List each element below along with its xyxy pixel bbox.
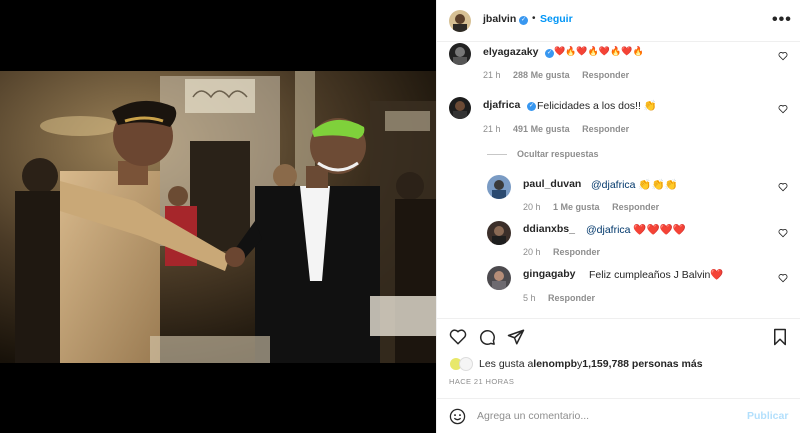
bookmark-icon[interactable] <box>771 328 789 346</box>
reply-time: 20 h <box>523 202 541 212</box>
comment-composer: Publicar <box>437 398 800 433</box>
reply-time: 5 h <box>523 293 536 303</box>
comment-meta: 21 h 491 Me gusta Responder <box>483 124 639 134</box>
reply-button[interactable]: Responder <box>548 293 595 303</box>
verified-icon: ✓ <box>545 49 554 58</box>
reply-meta: 5 h Responder <box>523 293 605 303</box>
reply-username[interactable]: paul_duvan <box>523 178 581 190</box>
post-photo[interactable] <box>0 71 436 363</box>
comment-avatar[interactable] <box>449 97 471 119</box>
likers-avatars[interactable] <box>449 357 475 371</box>
comment-time: 21 h <box>483 124 501 134</box>
post-timestamp[interactable]: HACE 21 HORAS <box>449 377 514 386</box>
heart-icon[interactable] <box>449 328 467 346</box>
reply-mention[interactable]: @djafrica <box>591 179 636 191</box>
likes-user[interactable]: lenompb <box>533 358 577 370</box>
action-bar <box>437 318 800 354</box>
comments-panel: jbalvin ✓ • Seguir ••• elyagazaky ✓ ❤️🔥❤… <box>436 0 800 433</box>
likes-count[interactable]: 1,159,788 personas más <box>582 358 702 370</box>
reply-text: Feliz cumpleaños J Balvin❤️ <box>589 269 724 281</box>
hide-replies-label: Ocultar respuestas <box>517 149 599 159</box>
reply-avatar[interactable] <box>487 221 511 245</box>
comment-likes[interactable]: 288 Me gusta <box>513 70 570 80</box>
likes-prefix: Les gusta a <box>479 358 534 370</box>
verified-icon: ✓ <box>527 102 536 111</box>
comment-input[interactable] <box>477 407 737 425</box>
reply-username[interactable]: ddianxbs_ <box>523 223 575 235</box>
comment-likes[interactable]: 491 Me gusta <box>513 124 570 134</box>
reply-time: 20 h <box>523 247 541 257</box>
reply-body: ❤️❤️❤️❤️ <box>630 224 686 236</box>
comment-text: ❤️🔥❤️🔥❤️🔥❤️🔥 <box>554 46 644 56</box>
reply-button[interactable]: Responder <box>553 247 600 257</box>
reply-like-icon[interactable] <box>778 273 788 283</box>
reply-meta: 20 h Responder <box>523 247 610 257</box>
comment-text: Felicidades a los dos!! 👏 <box>537 100 657 112</box>
comment-time: 21 h <box>483 70 501 80</box>
verified-icon: ✓ <box>519 16 528 25</box>
hide-replies-toggle[interactable]: Ocultar respuestas <box>487 149 599 159</box>
author-username[interactable]: jbalvin <box>483 13 516 25</box>
comment-username[interactable]: elyagazaky <box>483 46 538 58</box>
reply-button[interactable]: Responder <box>612 202 659 212</box>
post-header: jbalvin ✓ • Seguir ••• <box>437 0 800 42</box>
reply-like-icon[interactable] <box>778 182 788 192</box>
post-modal: jbalvin ✓ • Seguir ••• elyagazaky ✓ ❤️🔥❤… <box>0 0 800 433</box>
comment-like-icon[interactable] <box>778 51 788 61</box>
comment-like-icon[interactable] <box>778 104 788 114</box>
reply-mention[interactable]: @djafrica <box>586 224 631 236</box>
comment-icon[interactable] <box>478 328 496 346</box>
post-media <box>0 0 436 433</box>
reply-button[interactable]: Responder <box>582 124 629 134</box>
reply-username[interactable]: gingagaby <box>523 268 576 280</box>
header-separator: • <box>532 13 536 24</box>
publish-button[interactable]: Publicar <box>747 410 788 422</box>
reply-text: @djafrica 👏👏👏 <box>591 178 678 191</box>
emoji-icon[interactable] <box>449 408 466 425</box>
reply-likes[interactable]: 1 Me gusta <box>553 202 600 212</box>
more-options-icon[interactable]: ••• <box>772 11 792 29</box>
reply-avatar[interactable] <box>487 175 511 199</box>
author-avatar[interactable] <box>449 10 471 32</box>
reply-text: @djafrica ❤️❤️❤️❤️ <box>586 223 686 236</box>
comment-meta: 21 h 288 Me gusta Responder <box>483 70 639 80</box>
reply-button[interactable]: Responder <box>582 70 629 80</box>
comment-username[interactable]: djafrica <box>483 99 520 111</box>
share-icon[interactable] <box>507 328 525 346</box>
likes-summary: Les gusta a lenompb y 1,159,788 personas… <box>449 357 703 371</box>
reply-meta: 20 h 1 Me gusta Responder <box>523 202 669 212</box>
divider-line <box>487 153 507 155</box>
comment-avatar[interactable] <box>449 43 471 65</box>
reply-avatar[interactable] <box>487 266 511 290</box>
reply-like-icon[interactable] <box>778 228 788 238</box>
follow-button[interactable]: Seguir <box>540 13 573 25</box>
reply-body: 👏👏👏 <box>635 179 678 191</box>
